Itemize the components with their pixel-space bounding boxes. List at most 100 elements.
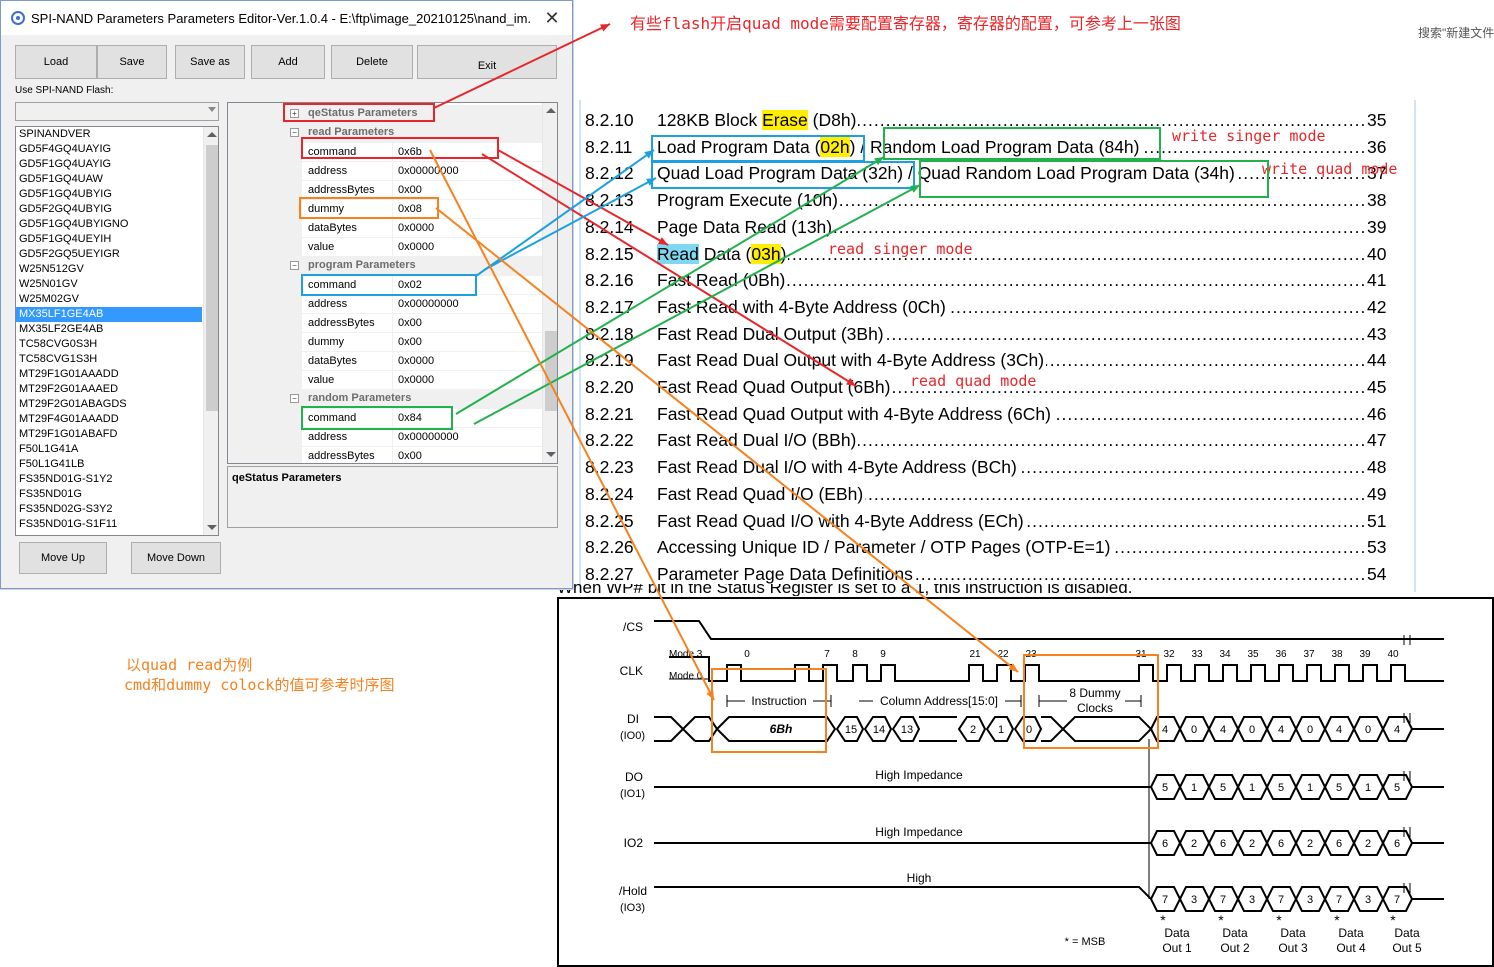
grid-category[interactable]: − program Parameters bbox=[228, 257, 542, 276]
flash-list-item[interactable]: GD5F1GQ4UBYIG bbox=[16, 187, 202, 202]
flash-list-item[interactable]: MT29F1G01AAADD bbox=[16, 367, 202, 382]
grid-row-value[interactable]: 0x84 bbox=[398, 412, 422, 424]
grid-row-value[interactable]: 0x0000 bbox=[398, 355, 434, 367]
grid-row-value[interactable]: 0x00000000 bbox=[398, 165, 459, 177]
di-dummy bbox=[1041, 716, 1153, 742]
scroll-thumb[interactable] bbox=[206, 145, 218, 411]
grid-divider bbox=[392, 314, 393, 333]
flash-list-item[interactable]: MX35LF2GE4AB bbox=[16, 322, 202, 337]
io0-lane-value: 4 bbox=[1162, 724, 1168, 736]
grid-row-value[interactable]: 0x0000 bbox=[398, 374, 434, 386]
flash-list-item[interactable]: FS35ND02G-S3Y2 bbox=[16, 502, 202, 517]
expander-icon[interactable]: − bbox=[290, 394, 299, 403]
move-up-button[interactable]: Move Up bbox=[19, 542, 107, 574]
flash-list-item[interactable]: FS35ND01G-S1F11 bbox=[16, 517, 202, 532]
flash-list-item[interactable]: W25M02GV bbox=[16, 292, 202, 307]
grid-row[interactable]: addressBytes 0x00 bbox=[302, 314, 542, 333]
delete-button[interactable]: Delete bbox=[331, 45, 413, 79]
flash-list-item[interactable]: MT29F1G01ABAFD bbox=[16, 427, 202, 442]
flash-list-item[interactable]: GD5F1GQ4UBYIGNO bbox=[16, 217, 202, 232]
property-grid-scrollbar[interactable] bbox=[542, 103, 557, 463]
grid-row-value[interactable]: 0x02 bbox=[398, 279, 422, 291]
grid-row[interactable]: addressBytes 0x00 bbox=[302, 181, 542, 200]
grid-row[interactable]: dataBytes 0x0000 bbox=[302, 352, 542, 371]
flash-list-item[interactable]: FS35ND01G bbox=[16, 487, 202, 502]
save-as-button[interactable]: Save as bbox=[175, 45, 245, 79]
flash-list-item[interactable]: GD5F1GQ4UAW bbox=[16, 172, 202, 187]
grid-category[interactable]: − read Parameters bbox=[228, 124, 542, 143]
flash-list-scrollbar[interactable] bbox=[203, 127, 218, 535]
flash-list-item[interactable]: MX35LF1GE4AB bbox=[16, 307, 202, 322]
grid-row-value[interactable]: 0x6b bbox=[398, 146, 422, 158]
flash-list-item[interactable]: SPINANDVER bbox=[16, 127, 202, 142]
toc-page: 44 bbox=[1365, 350, 1387, 372]
grid-row[interactable]: address 0x00000000 bbox=[302, 428, 542, 447]
grid-row[interactable]: address 0x00000000 bbox=[302, 295, 542, 314]
grid-row[interactable]: dummy 0x08 bbox=[302, 200, 542, 219]
property-grid[interactable]: + qeStatus Parameters − read Parameters comm… bbox=[227, 102, 558, 464]
app-icon bbox=[11, 11, 25, 25]
grid-row[interactable]: dataBytes 0x0000 bbox=[302, 219, 542, 238]
grid-row[interactable]: command 0x02 bbox=[302, 276, 542, 295]
flash-list-item[interactable]: W25N512GV bbox=[16, 262, 202, 277]
toc-entry: ........................................… bbox=[585, 430, 1387, 457]
grid-row-value[interactable]: 0x0000 bbox=[398, 241, 434, 253]
grid-category[interactable]: − random Parameters bbox=[228, 390, 542, 409]
toc-title-part: Erase bbox=[762, 110, 808, 130]
expander-icon[interactable]: + bbox=[290, 109, 299, 118]
toc-number: 8.2.20 bbox=[585, 377, 634, 397]
exit-button[interactable]: Exit bbox=[417, 45, 557, 79]
flash-select[interactable] bbox=[15, 102, 219, 121]
flash-list-item[interactable]: F50L1G41A bbox=[16, 442, 202, 457]
grid-row-value[interactable]: 0x00000000 bbox=[398, 298, 459, 310]
grid-row[interactable]: value 0x0000 bbox=[302, 371, 542, 390]
chevron-down-icon[interactable] bbox=[208, 107, 216, 112]
toc-number: 8.2.15 bbox=[585, 243, 634, 264]
flash-list-item[interactable]: TC58CVG1S3H bbox=[16, 352, 202, 367]
grid-category[interactable]: + qeStatus Parameters bbox=[228, 105, 542, 124]
save-button[interactable]: Save bbox=[97, 45, 167, 79]
flash-list-item[interactable]: W25N01GV bbox=[16, 277, 202, 292]
move-down-button[interactable]: Move Down bbox=[131, 542, 221, 574]
expander-icon[interactable]: − bbox=[290, 128, 299, 137]
grid-row-value[interactable]: 0x00000000 bbox=[398, 431, 459, 443]
grid-divider bbox=[392, 447, 393, 463]
grid-row[interactable]: command 0x6b bbox=[302, 143, 542, 162]
flash-list-item[interactable]: MT29F4G01AAADD bbox=[16, 412, 202, 427]
signal-label-hold-sub: (IO3) bbox=[620, 902, 645, 914]
grid-row-key: address bbox=[308, 165, 348, 177]
scroll-up-icon[interactable] bbox=[546, 108, 556, 113]
add-button[interactable]: Add bbox=[251, 45, 325, 79]
flash-list-item[interactable]: MT29F2G01AAAED bbox=[16, 382, 202, 397]
scroll-thumb[interactable] bbox=[545, 331, 557, 411]
flash-list-item[interactable]: MT29F2G01ABAGDS bbox=[16, 397, 202, 412]
flash-list-item[interactable]: GD5F2GQ5UEYIGR bbox=[16, 247, 202, 262]
flash-list-item[interactable]: GD5F1GQ4UAYIG bbox=[16, 157, 202, 172]
flash-list-item[interactable]: FS35ND01G-S1Y2 bbox=[16, 472, 202, 487]
flash-list-item[interactable]: GD5F4GQ4UAYIG bbox=[16, 142, 202, 157]
flash-list-item[interactable]: TC58CVG0S3H bbox=[16, 337, 202, 352]
flash-list-item[interactable]: GD5F2GQ4UBYIG bbox=[16, 202, 202, 217]
scroll-down-icon[interactable] bbox=[546, 452, 556, 457]
close-icon[interactable]: ✕ bbox=[532, 8, 572, 29]
grid-row-value[interactable]: 0x00 bbox=[398, 184, 422, 196]
expander-icon[interactable]: − bbox=[290, 261, 299, 270]
clk-number: 37 bbox=[1303, 649, 1315, 660]
flash-list-item[interactable]: GD5F1GQ4UEYIH bbox=[16, 232, 202, 247]
grid-row-value[interactable]: 0x0000 bbox=[398, 222, 434, 234]
load-button[interactable]: Load bbox=[15, 45, 97, 79]
scroll-down-icon[interactable] bbox=[207, 525, 217, 530]
flash-list-item[interactable]: F50L1G41LB bbox=[16, 457, 202, 472]
grid-row[interactable]: addressBytes 0x00 bbox=[302, 447, 542, 463]
grid-row-value[interactable]: 0x00 bbox=[398, 450, 422, 462]
toc-title-part: Fast Read Quad Output with 4-Byte Addres… bbox=[657, 403, 1051, 424]
scroll-up-icon[interactable] bbox=[207, 132, 217, 137]
grid-row[interactable]: value 0x0000 bbox=[302, 238, 542, 257]
grid-row[interactable]: command 0x84 bbox=[302, 409, 542, 428]
grid-row-value[interactable]: 0x00 bbox=[398, 336, 422, 348]
grid-row-value[interactable]: 0x00 bbox=[398, 317, 422, 329]
flash-list[interactable]: SPINANDVER GD5F4GQ4UAYIG GD5F1GQ4UAYIG GD5F… bbox=[15, 126, 219, 536]
grid-row-value[interactable]: 0x08 bbox=[398, 203, 422, 215]
grid-row[interactable]: dummy 0x00 bbox=[302, 333, 542, 352]
grid-row[interactable]: address 0x00000000 bbox=[302, 162, 542, 181]
